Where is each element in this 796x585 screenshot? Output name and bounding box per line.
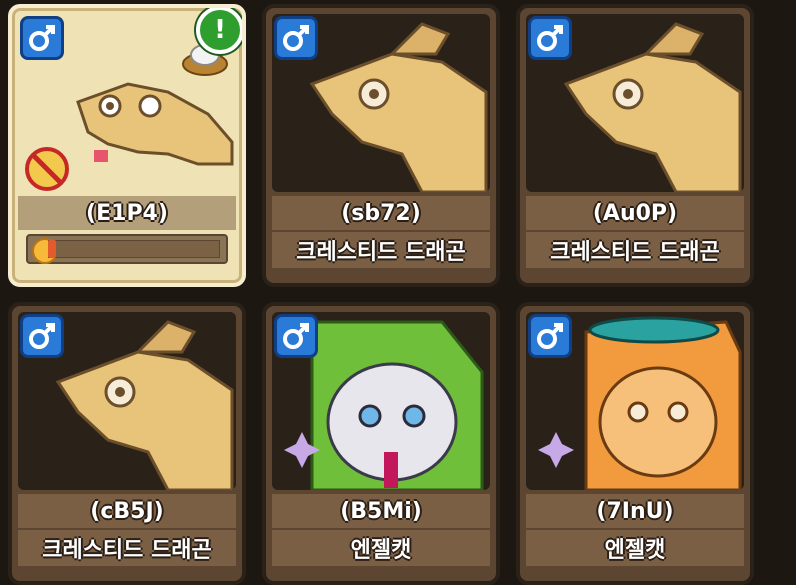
male-gender-icon (528, 314, 572, 358)
male-gender-icon (20, 16, 64, 60)
species-label: 크레스티드 드래곤 (272, 232, 490, 268)
pet-id-label: (B5Mi) (272, 494, 490, 528)
pet-card-b5mi[interactable]: (B5Mi) 엔젤캣 (262, 302, 500, 585)
male-gender-icon (528, 16, 572, 60)
male-gender-icon (274, 16, 318, 60)
growth-progress-bar (26, 234, 228, 264)
pet-card-au0p[interactable]: (Au0P) 크레스티드 드래곤 (516, 4, 754, 287)
pet-id-label: (E1P4) (18, 196, 236, 230)
pet-id-label: (7InU) (526, 494, 744, 528)
species-label: 크레스티드 드래곤 (526, 232, 744, 268)
pet-card-e1p4[interactable]: ! (E1P4) (8, 4, 246, 287)
male-gender-icon (274, 314, 318, 358)
progress-track (48, 240, 220, 258)
pet-id-label: (sb72) (272, 196, 490, 230)
no-food-icon (25, 147, 69, 191)
pet-card-cb5j[interactable]: (cB5J) 크레스티드 드래곤 (8, 302, 246, 585)
pet-card-7inu[interactable]: (7InU) 엔젤캣 (516, 302, 754, 585)
pet-id-label: (Au0P) (526, 196, 744, 230)
species-label: 엔젤캣 (272, 530, 490, 566)
progress-fill (48, 240, 56, 258)
pet-id-label: (cB5J) (18, 494, 236, 528)
pet-card-sb72[interactable]: (sb72) 크레스티드 드래곤 (262, 4, 500, 287)
species-label: 크레스티드 드래곤 (18, 530, 236, 566)
alert-badge[interactable]: ! (196, 8, 242, 54)
male-gender-icon (20, 314, 64, 358)
species-label: 엔젤캣 (526, 530, 744, 566)
